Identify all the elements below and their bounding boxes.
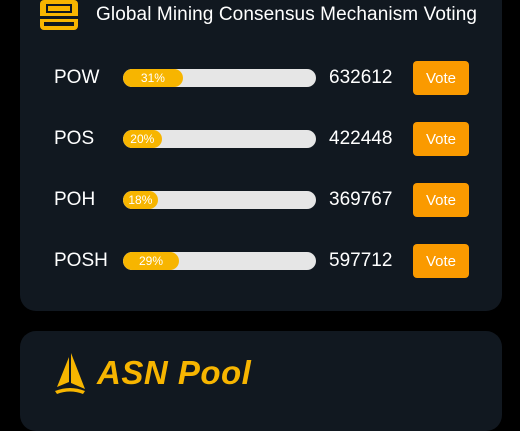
progress-bar: 18% (123, 191, 316, 209)
vote-count: 369767 (329, 189, 393, 210)
progress-bar: 20% (123, 130, 316, 148)
sail-logo-icon (55, 353, 85, 394)
progress-percent: 29% (138, 254, 163, 268)
mechanism-label: POSH (54, 250, 108, 271)
ballot-box-icon (40, 0, 78, 30)
voting-header: Global Mining Consensus Mechanism Voting (40, 0, 477, 30)
pool-card: ASN Pool (20, 331, 502, 431)
progress-fill: 31% (123, 69, 183, 87)
progress-bar: 31% (123, 69, 316, 87)
mechanism-label: POH (54, 189, 96, 210)
pool-logo: ASN Pool (53, 351, 251, 395)
page-title: Global Mining Consensus Mechanism Voting (96, 4, 478, 25)
vote-row-poh: POH 18% 369767 Vote (54, 182, 470, 218)
progress-fill: 20% (123, 130, 162, 148)
vote-row-pow: POW 31% 632612 Vote (54, 60, 470, 96)
vote-row-posh: POSH 29% 597712 Vote (54, 243, 470, 279)
vote-count: 632612 (329, 67, 393, 88)
progress-bar: 29% (123, 252, 316, 270)
mechanism-label: POS (54, 128, 95, 149)
mechanism-label: POW (54, 67, 100, 88)
vote-row-pos: POS 20% 422448 Vote (54, 121, 470, 157)
vote-button-pos[interactable]: Vote (413, 122, 469, 156)
pool-name: ASN Pool (97, 354, 252, 391)
progress-percent: 31% (140, 71, 165, 85)
vote-button-poh[interactable]: Vote (413, 183, 469, 217)
progress-percent: 18% (128, 193, 153, 207)
vote-count: 597712 (329, 250, 393, 271)
vote-button-posh[interactable]: Vote (413, 244, 469, 278)
progress-fill: 29% (123, 252, 179, 270)
vote-button-pow[interactable]: Vote (413, 61, 469, 95)
voting-card: Global Mining Consensus Mechanism Voting… (20, 0, 502, 311)
progress-percent: 20% (130, 132, 155, 146)
progress-fill: 18% (123, 191, 158, 209)
vote-count: 422448 (329, 128, 393, 149)
